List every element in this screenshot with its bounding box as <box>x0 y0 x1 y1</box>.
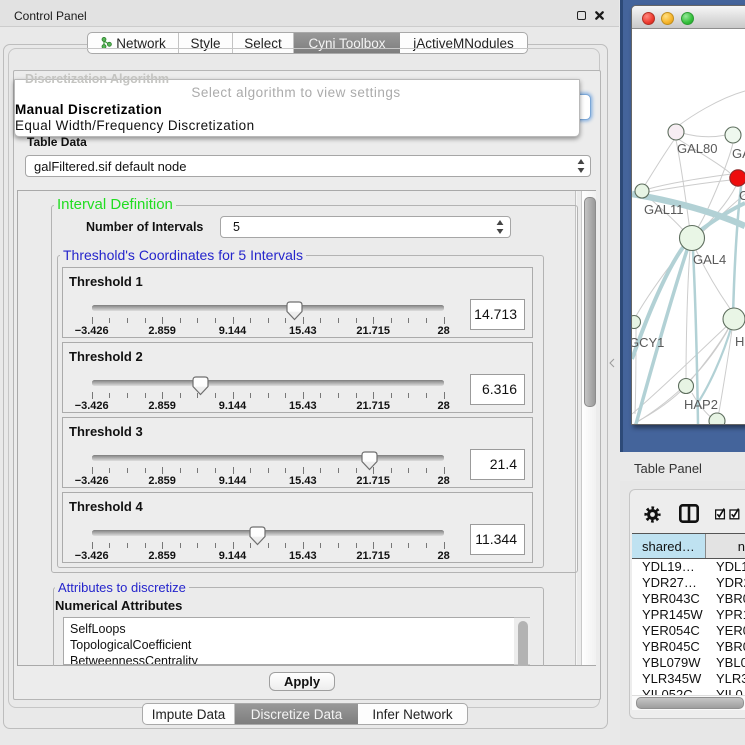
svg-text:GAL4: GAL4 <box>693 252 726 267</box>
svg-text:GAL11: GAL11 <box>644 202 684 217</box>
svg-text:HAP2: HAP2 <box>684 397 718 412</box>
svg-text:GCY1: GCY1 <box>632 335 664 350</box>
svg-text:H: H <box>735 334 744 349</box>
svg-text:GAL80: GAL80 <box>677 141 717 156</box>
svg-text:CY: CY <box>739 188 745 203</box>
svg-text:GA: GA <box>732 146 745 161</box>
